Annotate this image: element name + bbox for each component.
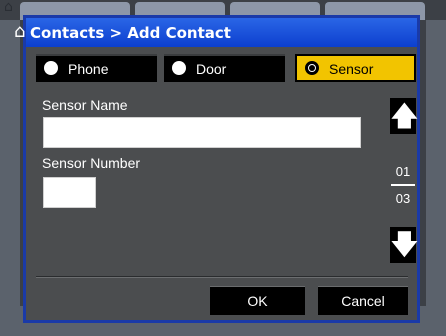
down-arrow-icon: 🡇	[390, 228, 419, 261]
radio-indicator	[44, 61, 58, 75]
current-page: 01	[395, 164, 411, 179]
sensor-number-input[interactable]	[43, 177, 96, 208]
background-right-panel	[426, 20, 446, 336]
up-arrow-icon: 🡅	[390, 99, 419, 132]
radio-indicator	[305, 61, 319, 75]
page-divider	[391, 184, 415, 186]
radio-label: Sensor	[329, 61, 374, 77]
radio-indicator	[172, 61, 186, 75]
cancel-button[interactable]: Cancel	[318, 286, 408, 315]
divider	[36, 277, 408, 278]
background-left-panel	[0, 20, 20, 336]
scroll-down-button[interactable]: 🡇	[390, 227, 419, 263]
home-icon: ⌂	[14, 21, 26, 42]
total-pages: 03	[395, 191, 411, 206]
dialog-title: Contacts > Add Contact	[30, 24, 231, 42]
scroll-up-button[interactable]: 🡅	[390, 98, 419, 134]
sensor-name-input[interactable]	[43, 117, 361, 148]
radio-label: Phone	[68, 61, 109, 77]
ok-button[interactable]: OK	[210, 286, 305, 315]
radio-door[interactable]: Door	[164, 54, 285, 82]
add-contact-dialog: ⌂ Contacts > Add Contact Phone Door Sens…	[14, 15, 420, 323]
sensor-name-label: Sensor Name	[42, 97, 128, 113]
radio-phone[interactable]: Phone	[36, 54, 157, 82]
home-icon: ⌂	[4, 0, 13, 15]
radio-label: Door	[196, 61, 227, 77]
radio-sensor[interactable]: Sensor	[295, 54, 416, 82]
dialog-title-bar: ⌂ Contacts > Add Contact	[14, 18, 417, 47]
sensor-number-label: Sensor Number	[42, 155, 141, 171]
